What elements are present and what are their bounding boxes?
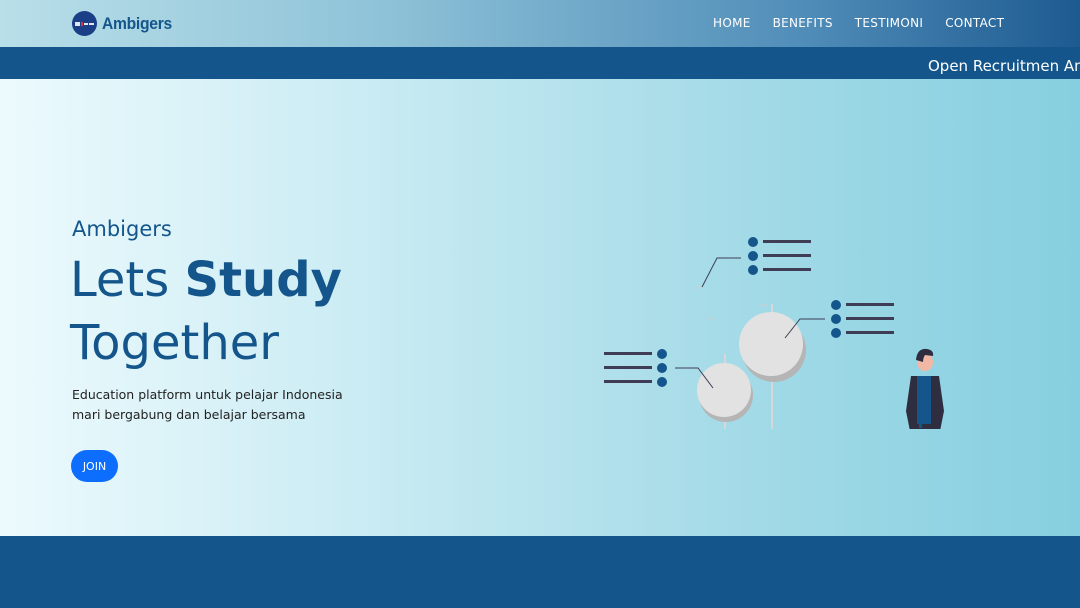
marquee-text: Open Recruitmen Am [928,57,1080,75]
nav-home-link[interactable]: HOME [713,16,751,30]
navbar: Ambigers HOME BENEFITS TESTIMONI CONTACT [0,0,1080,47]
hero-title: Lets Study Together [70,249,490,375]
hero-title-line2: Together [70,315,280,371]
announcement-marquee: Open Recruitmen Am [0,54,1080,79]
hero-title-highlight: Study [184,252,342,308]
nav-menu: HOME BENEFITS TESTIMONI CONTACT [713,16,1026,30]
nav-benefits-link[interactable]: BENEFITS [773,16,833,30]
footer-band [0,536,1080,608]
study-illustration [604,237,944,429]
nav-contact-link[interactable]: CONTACT [945,16,1004,30]
hero-section: Ambigers Lets Study Together Education p… [0,79,1080,536]
hero-subtitle: Ambigers [72,217,172,241]
brand-name: Ambigers [102,13,172,33]
join-button[interactable]: JOIN [71,450,118,482]
nav-testimoni-link[interactable]: TESTIMONI [855,16,923,30]
ambigers-logo-icon [72,11,97,36]
hero-description: Education platform untuk pelajar Indones… [72,387,343,422]
brand-link[interactable]: Ambigers [72,11,178,36]
hero-title-word: Lets [70,252,170,308]
